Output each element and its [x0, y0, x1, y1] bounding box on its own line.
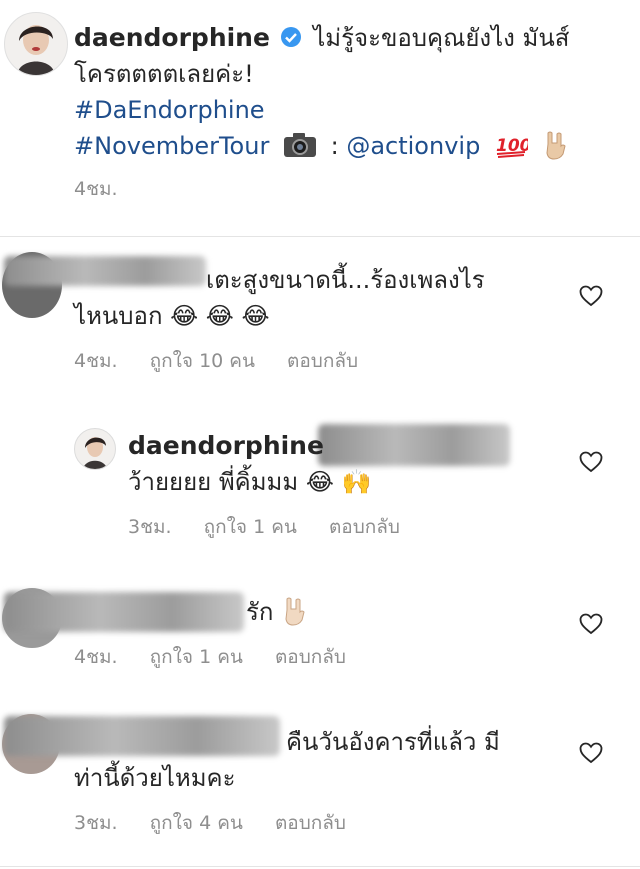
- comment-3-text-line1: รัก: [246, 598, 274, 626]
- rock-on-hand-icon: [546, 131, 566, 160]
- bottom-divider: [0, 866, 640, 867]
- comment-3-likes[interactable]: ถูกใจ 1 คน: [150, 646, 243, 668]
- post-author-name[interactable]: daendorphine: [74, 23, 270, 52]
- comment-1-text-line2: ไหนบอก: [74, 302, 163, 330]
- comment-3-time: 4ชม.: [74, 646, 118, 668]
- comment-1-like-heart-icon[interactable]: [579, 285, 603, 307]
- credit-mention[interactable]: @actionvip: [346, 132, 480, 160]
- post-caption: daendorphine ไม่รู้จะขอบคุณยังไง มันส์ โ…: [74, 20, 634, 204]
- comment-3-reply-button[interactable]: ตอบกลับ: [275, 646, 346, 668]
- comment-1-time: 4ชม.: [74, 350, 118, 372]
- comment-2-reply-button[interactable]: ตอบกลับ: [329, 516, 400, 538]
- comment-2-text-line1: ว้ายยยย พี่คิ้มมม: [128, 468, 299, 496]
- comment-4: คืนวันอังคารที่แล้ว มี ท่านี้ด้วยไหมคะ 3…: [74, 724, 574, 838]
- hashtag-novembertour[interactable]: #NovemberTour: [74, 132, 269, 160]
- comment-1: เตะสูงขนาดนี้...ร้องเพลงไร ไหนบอก 😂 😂 😂 …: [74, 262, 574, 376]
- comment-4-text-line2: ท่านี้ด้วยไหมคะ: [74, 764, 236, 792]
- camera-icon: [283, 133, 316, 157]
- hashtag-daendorphine[interactable]: #DaEndorphine: [74, 92, 634, 128]
- laughing-tears-icon: 😂 😂 😂: [170, 302, 270, 330]
- comment-3: รัก 4ชม. ถูกใจ 1 คน ตอบกลับ: [74, 594, 574, 672]
- reply-author-avatar[interactable]: [74, 428, 116, 470]
- comment-2-likes[interactable]: ถูกใจ 1 คน: [204, 516, 297, 538]
- reply-author-name[interactable]: daendorphine: [128, 431, 324, 460]
- comment-1-reply-button[interactable]: ตอบกลับ: [287, 350, 358, 372]
- comment-4-text-line1: คืนวันอังคารที่แล้ว มี: [286, 728, 500, 756]
- comment-3-like-heart-icon[interactable]: [579, 613, 603, 635]
- comment-4-reply-button[interactable]: ตอบกลับ: [275, 812, 346, 834]
- laughing-raised-hands-icon: 😂 🙌: [305, 468, 372, 496]
- comment-4-time: 3ชม.: [74, 812, 118, 834]
- comment-2-time: 3ชม.: [128, 516, 172, 538]
- reply-avatar-photo: [83, 437, 107, 469]
- comment-4-likes[interactable]: ถูกใจ 4 คน: [150, 812, 243, 834]
- comment-1-likes[interactable]: ถูกใจ 10 คน: [150, 350, 255, 372]
- post-author-avatar[interactable]: [4, 12, 68, 76]
- rock-on-hand-icon: [285, 597, 305, 626]
- caption-divider: [0, 236, 640, 237]
- comment-2-like-heart-icon[interactable]: [579, 451, 603, 473]
- avatar-photo: [17, 25, 55, 75]
- caption-text-line2: โครตตตตเลยค่ะ!: [74, 60, 254, 88]
- comment-2: daendorphine ว้ายยยย พี่คิ้มมม 😂 🙌 3ชม. …: [128, 428, 568, 542]
- caption-text-line1: ไม่รู้จะขอบคุณยังไง มันส์: [313, 24, 570, 52]
- credit-separator: :: [330, 132, 339, 160]
- verified-badge-icon: [280, 27, 301, 47]
- post-timestamp: 4ชม.: [74, 178, 118, 200]
- hundred-points-icon: 100: [496, 136, 528, 158]
- comment-4-like-heart-icon[interactable]: [579, 742, 603, 764]
- comment-1-text-line1: เตะสูงขนาดนี้...ร้องเพลงไร: [206, 266, 485, 294]
